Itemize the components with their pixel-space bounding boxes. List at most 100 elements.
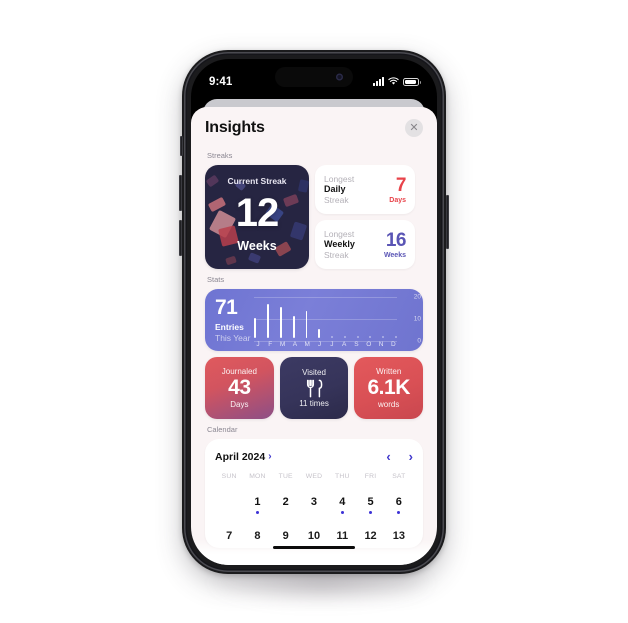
current-streak-card[interactable]: Current Streak 12 Weeks [205,165,309,269]
calendar-day-cell[interactable]: 9 [272,523,300,542]
calendar-day-cell[interactable]: 1 [243,489,271,514]
current-streak-label: Current Streak [227,176,287,186]
longest-weekly-value: 16 [385,229,407,251]
stat-card-subtitle: 11 times [299,399,329,408]
chart-x-tick-label: A [341,341,347,348]
close-icon[interactable]: ✕ [405,119,423,137]
chart-bar [395,336,397,338]
calendar-month-selector[interactable]: April 2024 › [215,451,272,463]
chart-x-tick-label: O [366,341,372,348]
calendar-day-cell[interactable]: 5 [356,489,384,514]
chart-x-tick-label: M [304,341,310,348]
calendar-day-number: 10 [307,530,321,542]
stat-card[interactable]: Visited 11 times [279,357,349,419]
calendar-weekday-label: SAT [392,473,406,480]
current-streak-value: 12 [235,191,279,235]
calendar-day-cell[interactable]: 10 [300,523,328,542]
power-button[interactable] [446,195,449,249]
calendar-day-cell[interactable]: 6 [385,489,413,514]
volume-down-button[interactable] [179,220,182,256]
chart-bar [305,311,308,338]
longest-daily-streak-card[interactable]: Longest Daily Streak 7 Days [315,165,415,214]
silent-switch[interactable] [180,136,183,156]
confetti-piece [247,252,261,265]
sheet-stack: Insights ✕ Streaks Current Streak 12 Wee… [191,99,437,565]
calendar-card: April 2024 › ‹ › SUN MON TUE WED THU FRI SAT 0… [205,439,423,548]
calendar-day-number: 12 [364,530,377,542]
volume-up-button[interactable] [179,175,182,211]
chart-bar [331,336,333,338]
status-bar-time: 9:41 [209,75,233,88]
home-indicator[interactable] [273,545,355,549]
entries-line2: This Year [215,333,251,343]
phone-screen: 9:41 Insights ✕ Streaks Current Streak 1… [191,59,437,565]
calendar-day-cell[interactable]: 7 [215,523,243,542]
entries-value: 71 [215,296,238,319]
entries-this-year-card[interactable]: 71 Entries This Year 20 10 0 J F M A M J J A S O N D [205,289,423,351]
calendar-day-cell[interactable]: 11 [328,523,356,542]
calendar-nav: ‹ › [386,449,413,464]
calendar-weekday-label: MON [249,473,266,480]
fork-knife-icon [306,377,323,399]
calendar-month-label: April 2024 [215,450,266,463]
chart-x-tick-label: D [391,341,396,348]
calendar-day-cell[interactable]: 12 [356,523,384,542]
page-title: Insights [205,119,265,136]
section-label-stats: Stats [207,275,225,284]
battery-icon [403,77,422,86]
calendar-day-cell[interactable]: 3 [300,489,328,514]
chart-x-tick-label: A [292,341,298,348]
calendar-day-number: 4 [339,496,346,508]
chevron-right-nav-icon[interactable]: › [409,449,413,464]
chart-bar [292,316,295,338]
chart-y-tick-label: 20 [413,293,421,301]
calendar-day-number: 9 [282,530,289,542]
calendar-day-number: 5 [367,496,374,508]
longest-weekly-line3: Streak [324,249,349,260]
calendar-day-cell[interactable]: 13 [385,523,413,542]
sheet-header: Insights ✕ [191,107,437,145]
monthly-entries-bar-chart: 20 10 0 J F M A M J J A S O N D [254,294,421,348]
calendar-day-number: 11 [336,530,349,542]
longest-daily-unit: Days [389,196,406,204]
longest-daily-line1: Longest [324,173,355,184]
stat-card[interactable]: Written 6.1K words [354,357,424,419]
calendar-day-cell[interactable]: 8 [243,523,271,542]
calendar-day-cell[interactable]: 2 [272,489,300,514]
calendar-day-cell: 0 [215,489,243,514]
stat-cards-row: Journaled 43 Days Visited 11 times Written 6.1… [205,357,424,419]
longest-daily-text: Longest Daily Streak [324,174,354,206]
chart-x-tick-label: M [279,341,286,348]
calendar-weekday-label: THU [334,473,350,480]
calendar-entry-dot [369,511,373,514]
chart-x-tick-label: J [330,341,334,348]
longest-weekly-unit: Weeks [383,251,406,259]
chart-bar [369,336,372,338]
chart-x-tick-labels: JFMAMJJASOND [254,341,397,348]
chart-bar [254,318,257,338]
stat-card[interactable]: Journaled 43 Days [205,357,274,419]
current-streak-unit: Weeks [237,239,277,253]
section-label-streaks: Streaks [207,151,233,160]
longest-daily-value-group: 7 Days [389,176,406,204]
longest-weekly-streak-card[interactable]: Longest Weekly Streak 16 Weeks [315,220,415,269]
chart-bar [356,336,359,338]
calendar-weekday-header: SUN MON TUE WED THU FRI SAT [215,473,413,480]
calendar-week-row-1: 01 2 3 4 5 6 [215,489,413,514]
calendar-entry-dot [228,511,231,514]
longest-daily-value: 7 [395,174,407,196]
confetti-piece [297,178,309,193]
phone-device: 9:41 Insights ✕ Streaks Current Streak 1… [179,50,449,574]
calendar-entry-dot [340,511,344,514]
cellular-signal-icon [373,77,384,86]
calendar-day-number: 2 [282,496,289,508]
chevron-left-icon[interactable]: ‹ [386,449,390,464]
confetti-piece [290,221,308,241]
dynamic-island [275,67,353,87]
calendar-weekday-label: FRI [364,473,377,480]
calendar-day-number: 7 [226,530,233,542]
chart-bar [280,307,282,338]
chevron-right-icon: › [268,451,272,462]
calendar-day-cell[interactable]: 4 [328,489,356,514]
calendar-entry-dot [312,511,315,514]
